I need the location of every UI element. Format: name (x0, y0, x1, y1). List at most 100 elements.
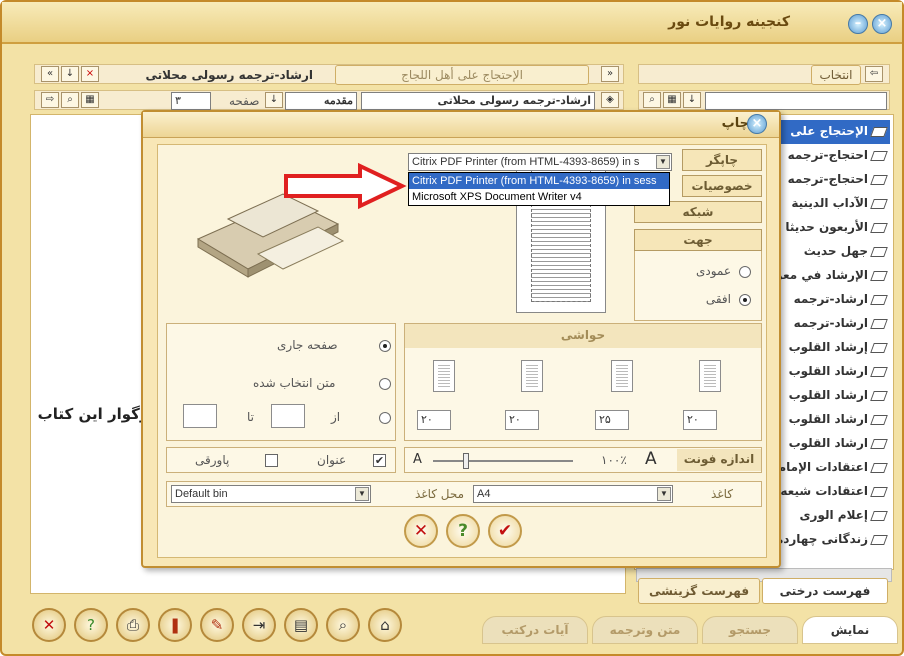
margin-left-field[interactable]: ۲۰ (417, 410, 451, 430)
margin-top-field[interactable]: ۲۵ (595, 410, 629, 430)
tab-active-book[interactable]: ارشاد-ترجمه رسولى محلاتى (146, 68, 313, 82)
font-size-slider[interactable] (463, 453, 469, 469)
tag-icon[interactable]: ⌂ (368, 608, 402, 642)
section-field[interactable]: مقدمه (285, 92, 357, 110)
tab-search[interactable]: جستجو (702, 616, 798, 644)
chevron-down-icon[interactable]: ▼ (657, 487, 671, 501)
margin-right-field[interactable]: ۲۰ (683, 410, 717, 430)
scroll-right-icon[interactable]: » (601, 66, 619, 82)
tab-selected-index[interactable]: فهرست گزينشى (638, 578, 760, 604)
landscape-radio[interactable] (739, 294, 751, 306)
book-nav-bar: ⇨ ⌕ ▦ ۳ صفحه ↓ مقدمه ارشاد-ترجمه رسولى م… (34, 90, 624, 110)
book-tabs-bar: « ↓ × ارشاد-ترجمه رسولى محلاتى الإحتجاج … (34, 64, 624, 85)
tab-display[interactable]: نمايش (802, 616, 898, 644)
margin-right-icon (699, 360, 721, 392)
right-search-bar: ⌕ ▦ ↓ (638, 90, 890, 110)
paper-source-select[interactable]: Default bin ▼ (171, 485, 371, 503)
landscape-label: افقى (705, 292, 731, 306)
title-checkbox[interactable]: ✔ (373, 454, 386, 467)
search-icon[interactable]: ⌕ (643, 92, 661, 108)
range-radio[interactable] (379, 412, 391, 424)
tree-search-input[interactable] (705, 92, 887, 110)
margin-bottom-field[interactable]: ۲۰ (505, 410, 539, 430)
page-number-field[interactable]: ۳ (171, 92, 211, 110)
help-icon[interactable]: ? (446, 514, 480, 548)
range-from-label: از (331, 410, 341, 424)
book-icon[interactable]: ❚ (158, 608, 192, 642)
grid-icon[interactable]: ▦ (81, 92, 99, 108)
book-icon (870, 270, 888, 281)
down-arrow-icon[interactable]: ↓ (61, 66, 79, 82)
properties-button[interactable]: خصوصيات (682, 175, 762, 197)
book-icon (870, 534, 888, 545)
help-icon[interactable]: ? (74, 608, 108, 642)
document-icon[interactable]: ▤ (284, 608, 318, 642)
paper-size-select[interactable]: A4 ▼ (473, 485, 673, 503)
printer-option[interactable]: Citrix PDF Printer (from HTML-4393-8659)… (409, 173, 669, 189)
portrait-radio[interactable] (739, 266, 751, 278)
tab-other-book[interactable]: الإحتجاج على أهل اللجاج (335, 65, 589, 85)
book-icon (870, 294, 888, 305)
edit-icon[interactable]: ✎ (200, 608, 234, 642)
footnote-label: پاورقى (195, 453, 230, 467)
book-path-field[interactable]: ارشاد-ترجمه رسولى محلاتى (361, 92, 595, 110)
printer-dropdown-list: Citrix PDF Printer (from HTML-4393-8659)… (408, 172, 670, 206)
paper-group: Default bin ▼ محل كاغذ A4 ▼ كاغذ (166, 481, 762, 507)
tab-tree-index[interactable]: فهرست درختى (762, 578, 888, 604)
book-icon (870, 486, 888, 497)
paper-source-label: محل كاغذ (415, 487, 465, 501)
confirm-icon[interactable]: ✔ (488, 514, 522, 548)
go-icon[interactable]: ⇨ (41, 92, 59, 108)
scroll-left-icon[interactable]: « (41, 66, 59, 82)
select-button[interactable]: انتخاب (811, 65, 861, 85)
export-icon[interactable]: ⇥ (242, 608, 276, 642)
cancel-icon[interactable]: ✕ (404, 514, 438, 548)
book-icon (870, 462, 888, 473)
paper-size-label: كاغذ (711, 487, 733, 501)
keyboard-icon[interactable]: ▦ (663, 92, 681, 108)
close-icon[interactable]: ✕ (32, 608, 66, 642)
book-icon (870, 198, 888, 209)
close-button[interactable]: × (872, 14, 892, 34)
printer-button[interactable]: چاپگر (682, 149, 762, 171)
print-icon[interactable]: ⎙ (116, 608, 150, 642)
search-icon[interactable]: ⌕ (326, 608, 360, 642)
orientation-title: جهت (634, 229, 762, 251)
chevron-down-icon[interactable]: ▼ (355, 487, 369, 501)
search-icon[interactable]: ⌕ (61, 92, 79, 108)
range-from-field[interactable] (271, 404, 305, 428)
font-large-icon: A (645, 449, 657, 469)
printer-option[interactable]: Microsoft XPS Document Writer v4 (409, 189, 669, 205)
dialog-close-button[interactable]: × (747, 114, 767, 134)
app-title: كنجينه روايات نور (668, 14, 790, 30)
book-icon (870, 342, 888, 353)
annotation-arrow-icon (284, 162, 407, 210)
minimize-button[interactable]: – (848, 14, 868, 34)
range-to-field[interactable] (183, 404, 217, 428)
tab-text-translation[interactable]: متن وترجمه (592, 616, 698, 644)
footnote-checkbox[interactable] (265, 454, 278, 467)
tab-verses[interactable]: آيات دركتب (482, 616, 588, 644)
current-page-radio[interactable] (379, 340, 391, 352)
right-header-bar: ⇦ انتخاب (638, 64, 890, 85)
font-size-label: اندازه فونت (677, 449, 761, 471)
book-icon (870, 390, 888, 401)
close-tab-icon[interactable]: × (81, 66, 99, 82)
book-icon (870, 366, 888, 377)
down-arrow-icon[interactable]: ↓ (683, 92, 701, 108)
header-options: پاورقى عنوان ✔ (166, 447, 396, 473)
dropdown-icon[interactable]: ↓ (265, 92, 283, 108)
selection-label: متن انتخاب شده (253, 376, 336, 390)
title-bar: كنجينه روايات نور – × (2, 2, 902, 44)
selection-radio[interactable] (379, 378, 391, 390)
portrait-label: عمودى (695, 264, 731, 278)
printer-select[interactable]: Citrix PDF Printer (from HTML-4393-8659)… (408, 153, 672, 171)
print-dialog: چاپ × چاپگر خصوصيات شبكه Citrix PDF Prin… (141, 110, 781, 568)
font-size-track (433, 460, 573, 462)
dialog-body: چاپگر خصوصيات شبكه Citrix PDF Printer (f… (157, 144, 767, 558)
chevron-down-icon[interactable]: ▼ (656, 155, 670, 169)
back-icon[interactable]: ⇦ (865, 66, 883, 82)
book-icon (870, 318, 888, 329)
book-icon (870, 126, 888, 137)
bookmark-icon[interactable]: ◈ (601, 92, 619, 108)
